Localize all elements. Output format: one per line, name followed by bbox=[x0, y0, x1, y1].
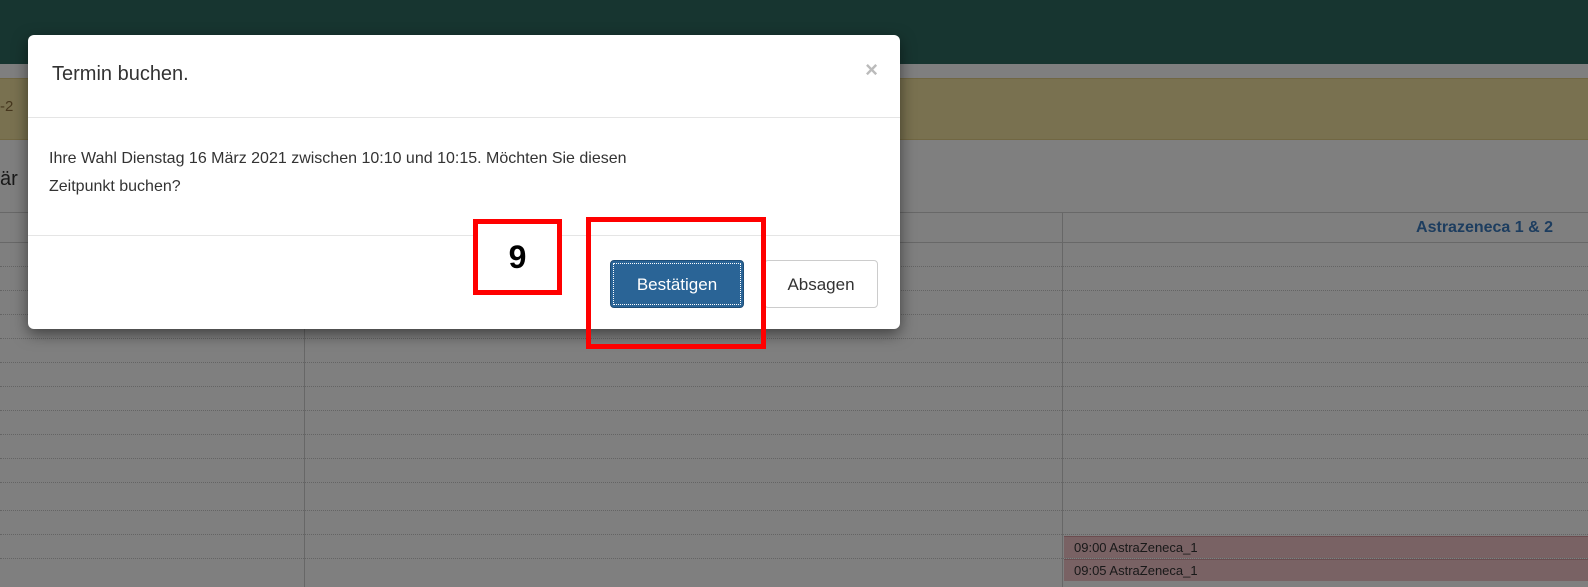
dialog-message-line: Ihre Wahl Dienstag 16 März 2021 zwischen… bbox=[49, 150, 627, 167]
booking-dialog: Termin buchen. × Ihre Wahl Dienstag 16 M… bbox=[28, 35, 900, 329]
dialog-footer: Bestätigen Absagen bbox=[28, 235, 900, 330]
cancel-button[interactable]: Absagen bbox=[764, 260, 878, 308]
dialog-message: Ihre Wahl Dienstag 16 März 2021 zwischen… bbox=[49, 145, 829, 201]
step-number-label: 9 bbox=[508, 239, 527, 275]
step-number-annotation: 9 bbox=[473, 219, 562, 295]
dialog-title: Termin buchen. bbox=[52, 63, 189, 85]
page: -2 är Astrazeneca 1 & 2 09:00 AstraZenec… bbox=[0, 0, 1588, 587]
close-icon[interactable]: × bbox=[865, 57, 878, 83]
highlight-box-annotation bbox=[586, 217, 766, 349]
dialog-header: Termin buchen. × bbox=[28, 35, 900, 118]
dialog-message-line: Zeitpunkt buchen? bbox=[49, 178, 181, 195]
